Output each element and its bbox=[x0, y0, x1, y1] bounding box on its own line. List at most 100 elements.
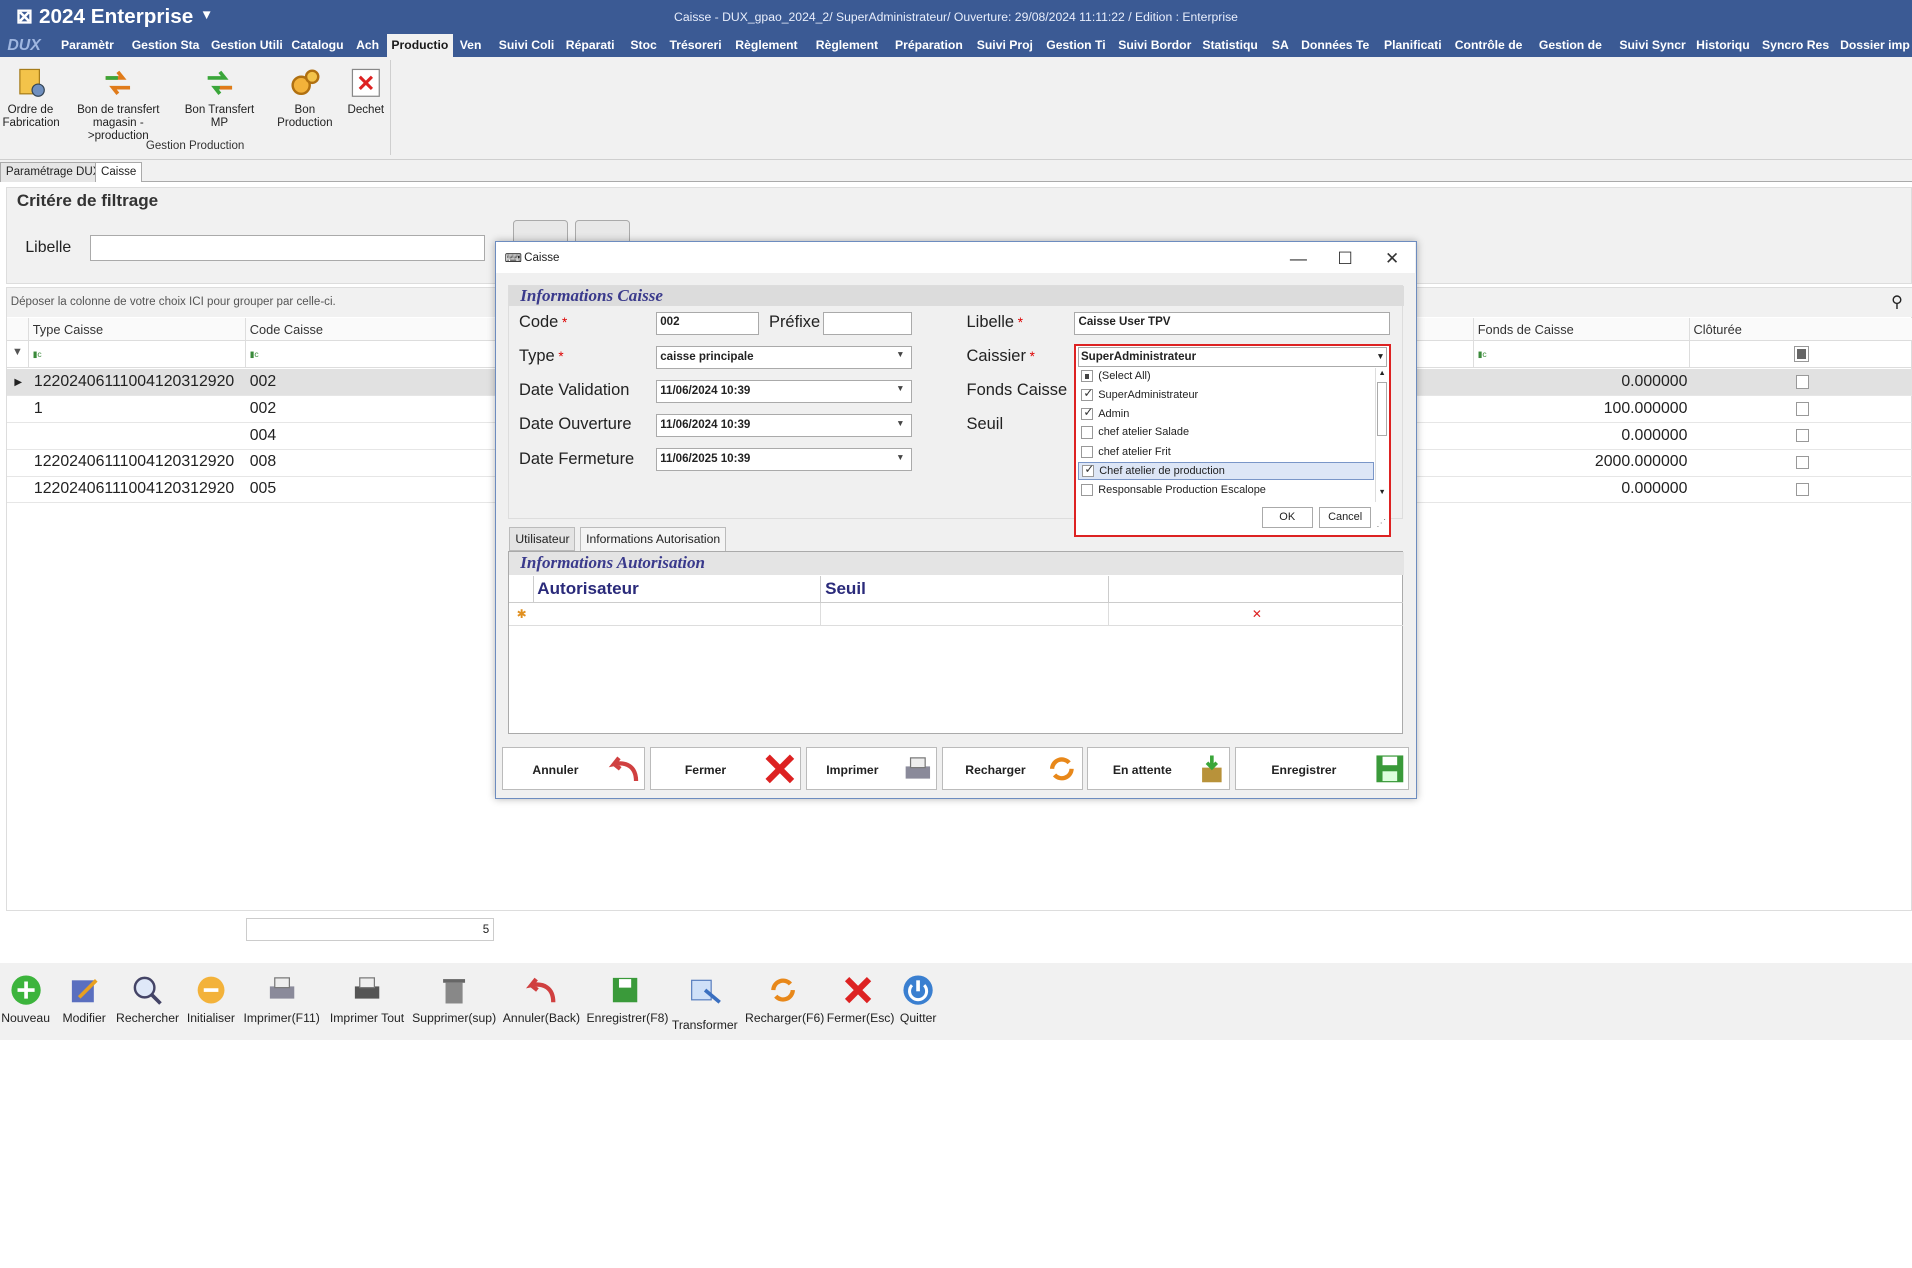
menu-preparation[interactable]: Préparation bbox=[895, 38, 963, 52]
col-fonds-caisse[interactable]: Fonds de Caisse bbox=[1474, 318, 1690, 342]
option-chef-atelier-frit[interactable]: chef atelier Frit bbox=[1078, 443, 1374, 461]
scroll-up-icon[interactable]: ▲ bbox=[1378, 368, 1385, 377]
menu-parametres[interactable]: Paramètr bbox=[61, 38, 114, 52]
date-fermeture-picker[interactable]: 11/06/2025 10:39 ▼ bbox=[655, 448, 912, 472]
filter-checkbox[interactable] bbox=[1793, 346, 1810, 362]
menu-suivi-bordor[interactable]: Suivi Bordor bbox=[1118, 38, 1191, 52]
menu-production[interactable]: Productio bbox=[386, 34, 454, 58]
recharger-dialog-button[interactable]: Recharger bbox=[942, 747, 1083, 790]
maximize-icon[interactable]: ☐ bbox=[1337, 249, 1352, 269]
menu-reglement-1[interactable]: Règlement bbox=[735, 38, 797, 52]
tab-parametrage-dux[interactable]: Paramétrage DUX bbox=[0, 162, 107, 182]
option-checkbox[interactable] bbox=[1081, 483, 1094, 496]
filter-fonds-caisse[interactable]: ▮c bbox=[1474, 341, 1690, 368]
menu-statistique[interactable]: Statistiqu bbox=[1202, 38, 1258, 52]
search-icon[interactable]: ⚲ bbox=[1891, 292, 1903, 312]
option-checkbox[interactable]: ✓ bbox=[1082, 462, 1095, 478]
menu-gestion-ti[interactable]: Gestion Ti bbox=[1046, 38, 1105, 52]
en-attente-button[interactable]: En attente bbox=[1087, 747, 1231, 790]
menu-vente[interactable]: Ven bbox=[460, 38, 482, 52]
menu-dossier-imp[interactable]: Dossier imp bbox=[1840, 38, 1910, 52]
option-chef-atelier-salade[interactable]: chef atelier Salade bbox=[1078, 424, 1374, 442]
imprimer-dialog-button[interactable]: Imprimer bbox=[805, 747, 938, 790]
option-checkbox[interactable] bbox=[1081, 426, 1094, 439]
option-checkbox[interactable]: ✓ bbox=[1081, 405, 1094, 421]
prefixe-input[interactable] bbox=[822, 311, 912, 335]
tab-caisse[interactable]: Caisse bbox=[95, 162, 143, 182]
menu-suivi-proj[interactable]: Suivi Proj bbox=[977, 38, 1033, 52]
libelle-filter-input[interactable] bbox=[90, 235, 486, 261]
supprimer-button[interactable]: Supprimer(sup) bbox=[412, 973, 496, 1025]
option-checkbox[interactable] bbox=[1081, 370, 1094, 383]
menu-historique[interactable]: Historiqu bbox=[1696, 38, 1750, 52]
option-admin[interactable]: ✓ Admin bbox=[1078, 405, 1374, 424]
rechercher-button[interactable]: Rechercher bbox=[115, 973, 181, 1025]
dechet-button[interactable]: Dechet bbox=[345, 67, 386, 117]
menu-controle-de[interactable]: Contrôle de bbox=[1455, 38, 1523, 52]
delete-row-icon[interactable]: ✕ bbox=[1252, 607, 1262, 621]
imprimer-tout-button[interactable]: Imprimer Tout bbox=[327, 973, 407, 1025]
menu-gestion-sta[interactable]: Gestion Sta bbox=[132, 38, 200, 52]
col-cloturee[interactable]: Clôturée bbox=[1689, 318, 1912, 342]
dropdown-scrollbar[interactable]: ▲ ▼ bbox=[1375, 367, 1388, 502]
annuler-back-button[interactable]: Annuler(Back) bbox=[502, 973, 580, 1025]
scroll-down-icon[interactable]: ▼ bbox=[1378, 487, 1385, 496]
menu-suivi-syncr[interactable]: Suivi Syncr bbox=[1619, 38, 1685, 52]
date-validation-picker[interactable]: 11/06/2024 10:39 ▼ bbox=[655, 380, 912, 404]
enregistrer-button[interactable]: Enregistrer bbox=[1235, 747, 1410, 790]
bon-transfert-mp-button[interactable]: Bon Transfert MP bbox=[176, 67, 264, 130]
menu-stock[interactable]: Stoc bbox=[630, 38, 656, 52]
date-ouverture-picker[interactable]: 11/06/2024 10:39 ▼ bbox=[655, 414, 912, 438]
option-checkbox[interactable] bbox=[1081, 445, 1094, 459]
quitter-button[interactable]: Quitter bbox=[897, 973, 938, 1025]
cloturee-checkbox[interactable] bbox=[1795, 482, 1810, 497]
libelle-input[interactable]: Caisse User TPV bbox=[1073, 311, 1390, 335]
col-seuil[interactable]: Seuil bbox=[821, 576, 1110, 604]
transformer-button[interactable]: Transformer bbox=[671, 973, 739, 1032]
modifier-button[interactable]: Modifier bbox=[59, 973, 110, 1025]
col-autorisateur[interactable]: Autorisateur bbox=[533, 576, 822, 604]
enregistrer-f8-button[interactable]: Enregistrer(F8) bbox=[587, 973, 668, 1025]
resize-grip-icon[interactable]: ⋰ bbox=[1376, 518, 1386, 529]
filter-cloturee[interactable] bbox=[1689, 341, 1912, 368]
type-select[interactable]: caisse principale ▼ bbox=[655, 345, 912, 370]
col-type-caisse[interactable]: Type Caisse bbox=[29, 318, 247, 342]
option-checkbox[interactable]: ✓ bbox=[1081, 386, 1094, 401]
cloturee-checkbox[interactable] bbox=[1795, 455, 1810, 470]
cloturee-checkbox[interactable] bbox=[1795, 402, 1810, 416]
cancel-button[interactable]: Cancel bbox=[1318, 506, 1372, 528]
menu-syncro-res[interactable]: Syncro Res bbox=[1762, 38, 1829, 52]
menu-achat[interactable]: Ach bbox=[356, 38, 379, 52]
close-icon[interactable]: ✕ bbox=[1385, 249, 1399, 269]
fermer-esc-button[interactable]: Fermer(Esc) bbox=[827, 973, 894, 1025]
menu-planification[interactable]: Planificati bbox=[1384, 38, 1442, 52]
recharger-f6-button[interactable]: Recharger(F6) bbox=[745, 973, 824, 1025]
option-select-all[interactable]: (Select All) bbox=[1078, 368, 1374, 386]
menu-catalogue[interactable]: Catalogu bbox=[291, 38, 343, 52]
menu-donnees-te[interactable]: Données Te bbox=[1301, 38, 1369, 52]
autorisateur-cell[interactable] bbox=[534, 603, 822, 627]
annuler-button[interactable]: Annuler bbox=[502, 747, 645, 790]
menu-tresorerie[interactable]: Trésoreri bbox=[669, 38, 721, 52]
option-responsable-production-escalope[interactable]: Responsable Production Escalope bbox=[1078, 481, 1374, 499]
bon-production-button[interactable]: Bon Production bbox=[267, 67, 343, 130]
option-chef-atelier-production[interactable]: ✓ Chef atelier de production bbox=[1077, 461, 1374, 480]
menu-reglement-2[interactable]: Règlement bbox=[816, 38, 878, 52]
initialiser-button[interactable]: Initialiser bbox=[183, 973, 239, 1025]
bon-transfert-magasin-button[interactable]: Bon de transfert magasin ->production bbox=[63, 67, 173, 144]
new-row[interactable]: ✱ ✕ bbox=[509, 603, 1404, 627]
caissier-select[interactable]: SuperAdministrateur bbox=[1077, 347, 1388, 367]
tab-informations-autorisation[interactable]: Informations Autorisation bbox=[580, 526, 727, 551]
fermer-button[interactable]: Fermer bbox=[649, 747, 801, 790]
menu-gestion-utili[interactable]: Gestion Utili bbox=[211, 38, 283, 52]
filter-type-caisse[interactable]: ▮c bbox=[29, 341, 247, 368]
scroll-thumb[interactable] bbox=[1377, 382, 1387, 437]
menu-sa[interactable]: SA bbox=[1272, 38, 1289, 52]
menu-suivi-colis[interactable]: Suivi Coli bbox=[499, 38, 555, 52]
ordre-fabrication-button[interactable]: Ordre de Fabrication bbox=[2, 67, 60, 130]
tab-utilisateur[interactable]: Utilisateur bbox=[509, 526, 576, 551]
menu-gestion-de[interactable]: Gestion de bbox=[1539, 38, 1602, 52]
nouveau-button[interactable]: Nouveau bbox=[0, 973, 51, 1025]
minimize-icon[interactable]: — bbox=[1290, 249, 1307, 269]
imprimer-button[interactable]: Imprimer(F11) bbox=[243, 973, 321, 1025]
